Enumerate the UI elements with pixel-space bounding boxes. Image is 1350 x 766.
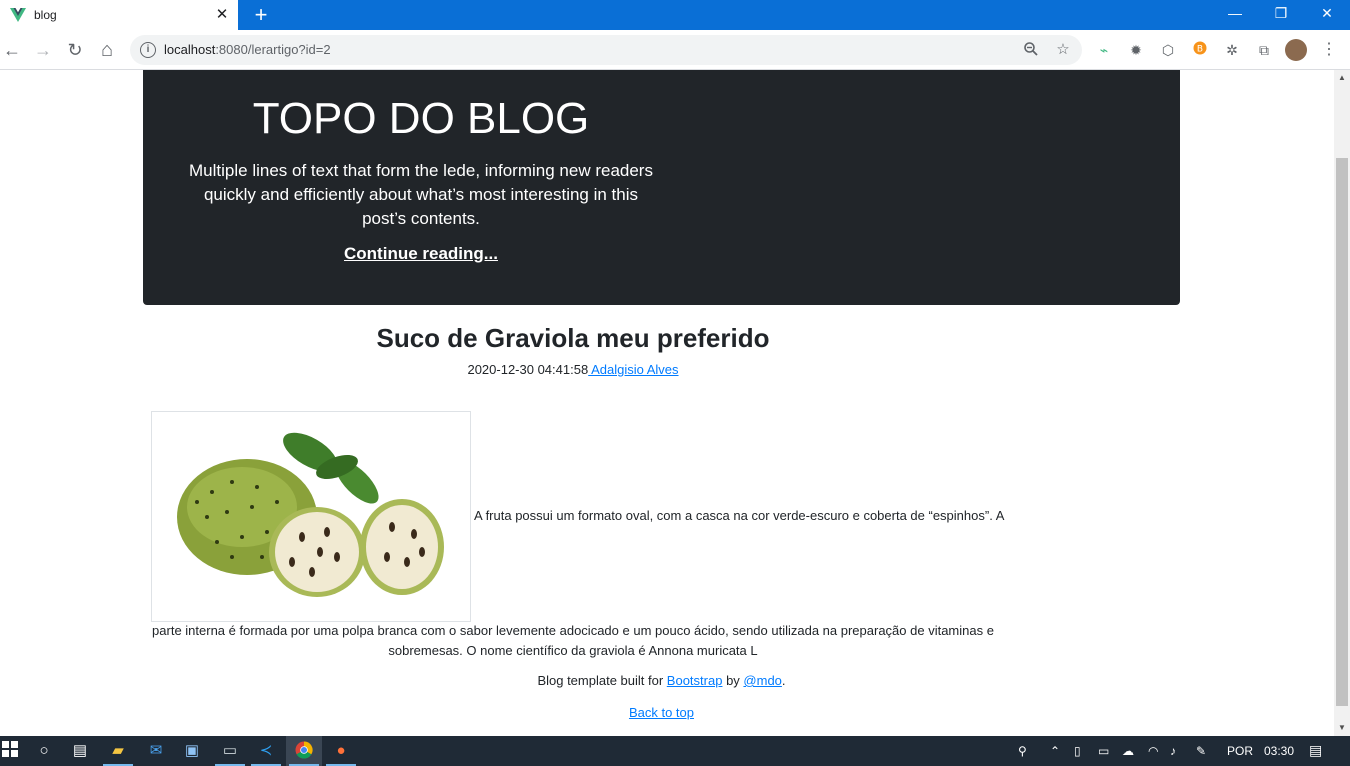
- star-icon[interactable]: ☆: [1054, 41, 1072, 59]
- new-tab-button[interactable]: +: [250, 4, 272, 26]
- post-author-link[interactable]: Adalgisio Alves: [588, 362, 678, 377]
- language-indicator[interactable]: POR: [1227, 744, 1253, 758]
- post-body-rest: parte interna é formada por uma polpa br…: [152, 623, 994, 658]
- chrome-icon[interactable]: [294, 741, 314, 761]
- back-button[interactable]: ←: [2, 40, 22, 60]
- url-text[interactable]: localhost:8080/lerartigo?id=2: [164, 42, 331, 57]
- menu-kebab-icon[interactable]: ⋮: [1320, 41, 1338, 59]
- footer-by: by: [722, 673, 744, 688]
- scroll-thumb[interactable]: [1336, 158, 1348, 706]
- vue-logo-icon: [10, 8, 26, 22]
- windows-taskbar: ○ ▤ ▰ ✉ ▣ ▭ ≺ ● ⚲ ⌃ ▯ ▭ ☁ ◠ ♪ ✎ POR 03:3…: [0, 736, 1350, 766]
- close-window-button[interactable]: ✕: [1304, 0, 1350, 30]
- post-title: Suco de Graviola meu preferido: [376, 323, 770, 353]
- notifications-icon[interactable]: ▤: [1309, 742, 1322, 759]
- url-path: :8080/lerartigo?id=2: [215, 42, 331, 57]
- restore-button[interactable]: ❐: [1258, 0, 1304, 30]
- continue-reading-link[interactable]: Continue reading...: [143, 244, 699, 264]
- app-icon[interactable]: ▣: [182, 741, 202, 761]
- wifi-icon[interactable]: ◠: [1148, 744, 1158, 758]
- clock[interactable]: 03:30: [1264, 744, 1294, 758]
- cube-extension-icon[interactable]: ⬡: [1159, 41, 1177, 59]
- soursop-image: [177, 432, 444, 597]
- people-icon[interactable]: ⚲: [1018, 744, 1027, 758]
- site-info-icon[interactable]: i: [140, 42, 156, 58]
- mail-icon[interactable]: ✉: [146, 741, 166, 761]
- footer-suffix: .: [781, 673, 786, 688]
- scroll-up-arrow-icon[interactable]: ▲: [1334, 70, 1350, 86]
- tab-close-icon[interactable]: ✕: [214, 7, 230, 23]
- tab-title: blog: [34, 8, 57, 22]
- back-to-top-link[interactable]: Back to top: [143, 705, 1180, 720]
- post-body-first-line: A fruta possui um formato oval, com a ca…: [474, 508, 1005, 523]
- jumbotron-lead: Multiple lines of text that form the led…: [189, 161, 653, 228]
- bitcoin-extension-icon[interactable]: B: [1191, 41, 1209, 59]
- scroll-down-arrow-icon[interactable]: ▼: [1334, 720, 1350, 736]
- battery-icon[interactable]: ▭: [1098, 744, 1109, 758]
- svg-text:B: B: [1197, 45, 1203, 55]
- onedrive-cloud-icon[interactable]: ☁: [1122, 744, 1134, 758]
- gear-extension-icon[interactable]: ✹: [1127, 41, 1145, 59]
- blog-header-jumbotron: TOPO DO BLOG Multiple lines of text that…: [143, 70, 1180, 305]
- show-hidden-icons-chevron-icon[interactable]: ⌃: [1050, 744, 1060, 758]
- search-circle-icon[interactable]: ○: [34, 741, 54, 761]
- url-host: localhost: [164, 42, 216, 57]
- browser-toolbar: ← → ↻ ⌂ i localhost:8080/lerartigo?id=2 …: [0, 30, 1350, 70]
- vue-devtools-icon[interactable]: ⌁: [1095, 41, 1113, 59]
- file-explorer-icon[interactable]: ▰: [108, 741, 128, 761]
- forward-button[interactable]: →: [33, 40, 53, 60]
- device-icon[interactable]: ▯: [1074, 744, 1081, 758]
- volume-icon[interactable]: ♪: [1170, 744, 1176, 758]
- profile-avatar[interactable]: [1285, 39, 1307, 61]
- post-image: [151, 411, 471, 622]
- reload-button[interactable]: ↻: [65, 40, 85, 60]
- terminal-app-icon[interactable]: ▭: [220, 741, 240, 761]
- bug-extension-icon[interactable]: ✲: [1223, 41, 1241, 59]
- post-datetime: 2020-12-30 04:41:58: [467, 362, 589, 377]
- windows-start-icon[interactable]: [0, 741, 20, 761]
- firefox-icon[interactable]: ●: [331, 741, 351, 761]
- pen-icon[interactable]: ✎: [1196, 744, 1206, 758]
- address-bar[interactable]: i localhost:8080/lerartigo?id=2 ☆: [130, 35, 1082, 65]
- zoom-icon[interactable]: [1022, 41, 1040, 59]
- vscode-icon[interactable]: ≺: [256, 741, 276, 761]
- mdo-link[interactable]: @mdo: [743, 673, 782, 688]
- minimize-button[interactable]: —: [1212, 0, 1258, 30]
- bootstrap-link[interactable]: Bootstrap: [667, 673, 723, 688]
- footer-prefix: Blog template built for: [537, 673, 667, 688]
- puzzle-extensions-icon[interactable]: ⧉: [1255, 41, 1273, 59]
- home-button[interactable]: ⌂: [97, 40, 117, 60]
- jumbotron-title: TOPO DO BLOG: [252, 94, 590, 143]
- task-view-icon[interactable]: ▤: [70, 741, 90, 761]
- page-viewport: TOPO DO BLOG Multiple lines of text that…: [0, 70, 1334, 736]
- blog-footer: Blog template built for Bootstrap by @md…: [143, 673, 1180, 688]
- browser-tab-strip: blog ✕ + — ❐ ✕: [0, 0, 1350, 30]
- page-scrollbar[interactable]: ▲ ▼: [1334, 70, 1350, 736]
- browser-tab[interactable]: blog ✕: [0, 0, 238, 30]
- post-meta: 2020-12-30 04:41:58 Adalgisio Alves: [143, 362, 1003, 377]
